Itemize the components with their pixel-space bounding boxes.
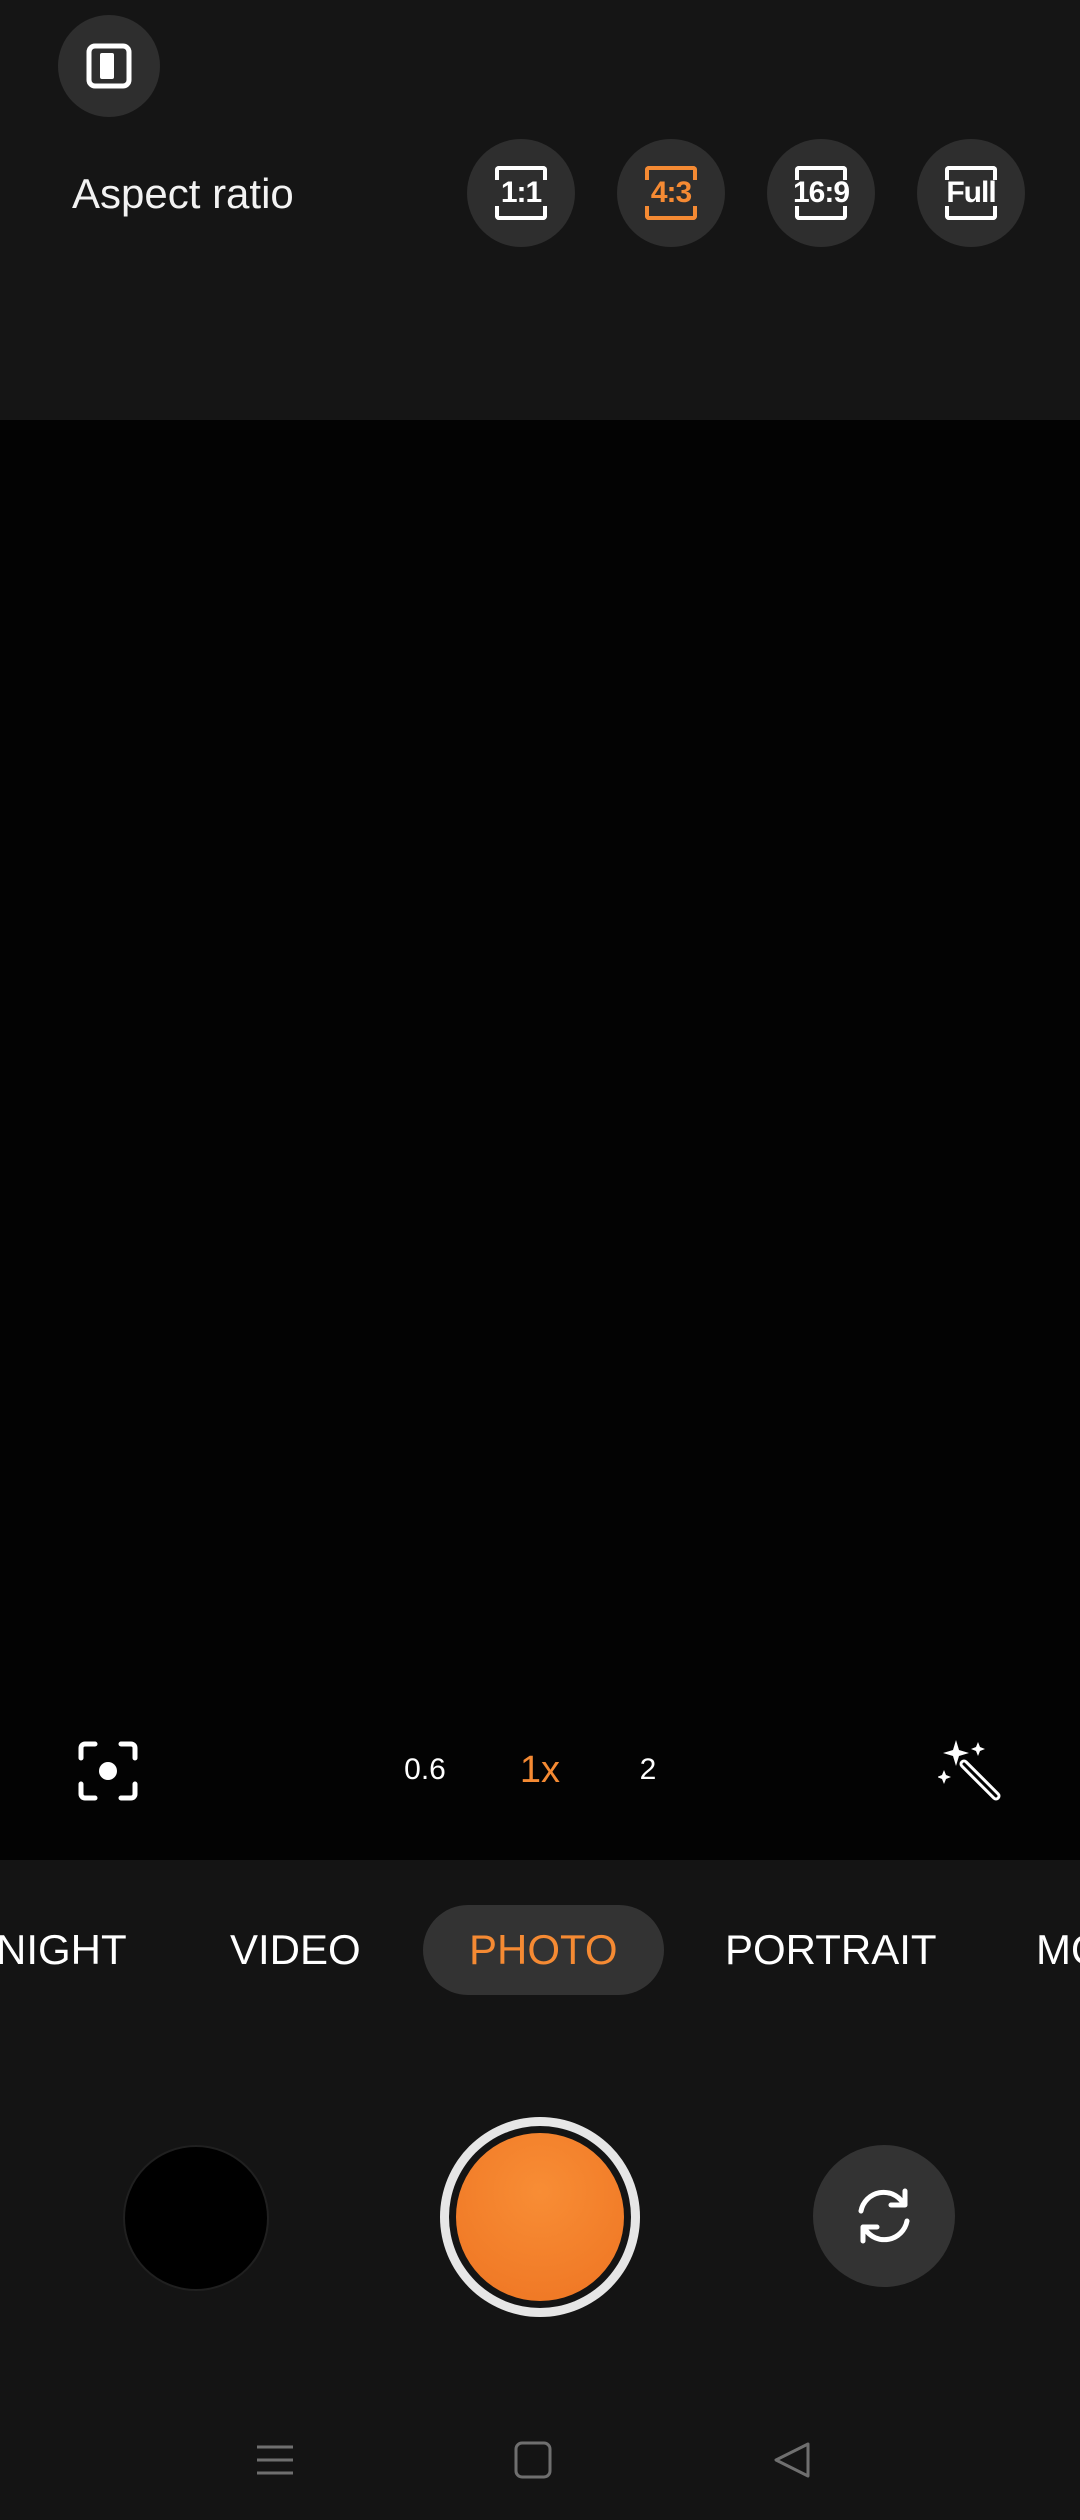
- nav-menu-button[interactable]: [245, 2430, 305, 2490]
- ratio-frame-icon: 4:3: [645, 166, 697, 220]
- ratio-frame-icon: Full: [945, 166, 997, 220]
- back-icon: [774, 2442, 810, 2478]
- ratio-full-button[interactable]: Full: [917, 139, 1025, 247]
- ratio-frame-icon: 16:9: [792, 166, 850, 220]
- lens-scan-button[interactable]: [72, 1735, 144, 1807]
- ratio-16-9-label: 16:9: [792, 176, 850, 209]
- ratio-1-1-label: 1:1: [500, 176, 542, 209]
- zoom-1x-button[interactable]: 1x: [495, 1740, 585, 1800]
- aspect-ratio-label: Aspect ratio: [72, 170, 294, 217]
- ratio-frame-icon: 1:1: [495, 166, 547, 220]
- ratio-4-3-button[interactable]: 4:3: [617, 139, 725, 247]
- magic-wand-icon: [938, 1740, 1001, 1801]
- mode-portrait[interactable]: PORTRAIT: [725, 1905, 937, 1995]
- ratio-1-1-button[interactable]: 1:1: [467, 139, 575, 247]
- shutter-core: [456, 2133, 624, 2301]
- system-navigation-bar: [0, 2400, 1080, 2520]
- mode-video[interactable]: VIDEO: [230, 1905, 361, 1995]
- ratio-16-9-button[interactable]: 16:9: [767, 139, 875, 247]
- zoom-selector: 0.6 1x 2: [380, 1740, 700, 1800]
- ratio-4-3-label: 4:3: [650, 176, 692, 209]
- camera-screen: Aspect ratio 1:1 4:3 16:9 Full 0.6 1x 2 …: [0, 0, 1080, 2520]
- mode-photo[interactable]: PHOTO: [423, 1905, 664, 1995]
- gallery-thumbnail-button[interactable]: [123, 2145, 269, 2291]
- nav-back-button[interactable]: [762, 2430, 822, 2490]
- settings-panel: Aspect ratio 1:1 4:3 16:9 Full: [0, 0, 1080, 420]
- camera-flip-icon: [858, 2188, 910, 2244]
- zoom-0-6-button[interactable]: 0.6: [380, 1740, 470, 1800]
- flip-camera-button[interactable]: [813, 2145, 955, 2287]
- mode-selector: NIGHT VIDEO PHOTO PORTRAIT MO: [0, 1860, 1080, 2040]
- zoom-2-button[interactable]: 2: [603, 1740, 693, 1800]
- mode-more[interactable]: MO: [1036, 1905, 1080, 1995]
- menu-icon: [257, 2445, 293, 2475]
- lens-scan-icon: [78, 1741, 138, 1801]
- magic-wand-button[interactable]: [935, 1735, 1007, 1807]
- camera-viewfinder[interactable]: [0, 420, 1080, 1860]
- shutter-ring: [449, 2126, 631, 2308]
- split-layout-icon: [86, 43, 132, 89]
- nav-home-button[interactable]: [503, 2430, 563, 2490]
- mode-night[interactable]: NIGHT: [0, 1905, 127, 1995]
- shutter-button[interactable]: [440, 2117, 640, 2317]
- ratio-full-label: Full: [946, 176, 996, 209]
- layout-toggle-button[interactable]: [58, 15, 160, 117]
- home-icon: [514, 2441, 552, 2479]
